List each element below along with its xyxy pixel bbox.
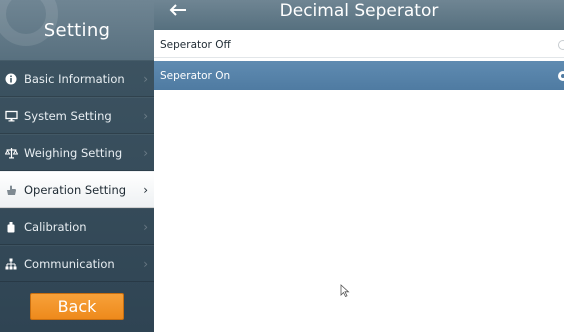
sidebar-item-weighing-setting[interactable]: Weighing Setting › bbox=[0, 134, 154, 171]
monitor-icon bbox=[4, 109, 18, 123]
option-separator-off[interactable]: Seperator Off bbox=[154, 32, 564, 58]
info-icon bbox=[4, 72, 18, 86]
sidebar-item-label: Calibration bbox=[24, 219, 87, 234]
sidebar-item-communication[interactable]: Communication › bbox=[0, 245, 154, 282]
chevron-right-icon: › bbox=[143, 256, 148, 271]
page-title: Decimal Seperator bbox=[279, 1, 439, 21]
cursor-icon bbox=[340, 284, 350, 298]
network-icon bbox=[4, 257, 18, 271]
chevron-right-icon: › bbox=[143, 145, 148, 160]
sidebar-item-label: Communication bbox=[24, 256, 115, 271]
weight-icon bbox=[4, 220, 18, 234]
sidebar-item-label: Operation Setting bbox=[24, 182, 127, 197]
sidebar-item-label: Weighing Setting bbox=[24, 145, 123, 160]
sidebar: Setting Basic Information › System Setti… bbox=[0, 0, 154, 332]
radio-selected-icon[interactable] bbox=[558, 70, 564, 81]
hand-icon bbox=[4, 183, 18, 197]
sidebar-menu: Basic Information › System Setting › Wei… bbox=[0, 60, 154, 282]
sidebar-item-label: Basic Information bbox=[24, 71, 125, 86]
page-header: Decimal Seperator bbox=[154, 0, 564, 30]
sidebar-title: Setting bbox=[43, 19, 111, 41]
chevron-right-icon: › bbox=[143, 71, 148, 86]
back-button[interactable]: Back bbox=[30, 293, 124, 320]
chevron-right-icon: › bbox=[143, 182, 148, 197]
radio-unselected-icon[interactable] bbox=[558, 39, 564, 50]
option-separator-on[interactable]: Seperator On bbox=[154, 61, 564, 90]
option-label: Seperator Off bbox=[160, 38, 231, 51]
option-label: Seperator On bbox=[160, 69, 231, 82]
sidebar-item-system-setting[interactable]: System Setting › bbox=[0, 97, 154, 134]
sidebar-item-operation-setting[interactable]: Operation Setting › bbox=[0, 171, 154, 208]
sidebar-header: Setting bbox=[0, 0, 154, 60]
chevron-right-icon: › bbox=[143, 108, 148, 123]
chevron-right-icon: › bbox=[143, 219, 148, 234]
back-arrow-icon[interactable] bbox=[168, 3, 188, 17]
sidebar-item-calibration[interactable]: Calibration › bbox=[0, 208, 154, 245]
sidebar-item-basic-information[interactable]: Basic Information › bbox=[0, 60, 154, 97]
scale-icon bbox=[4, 146, 18, 160]
sidebar-item-label: System Setting bbox=[24, 108, 112, 123]
